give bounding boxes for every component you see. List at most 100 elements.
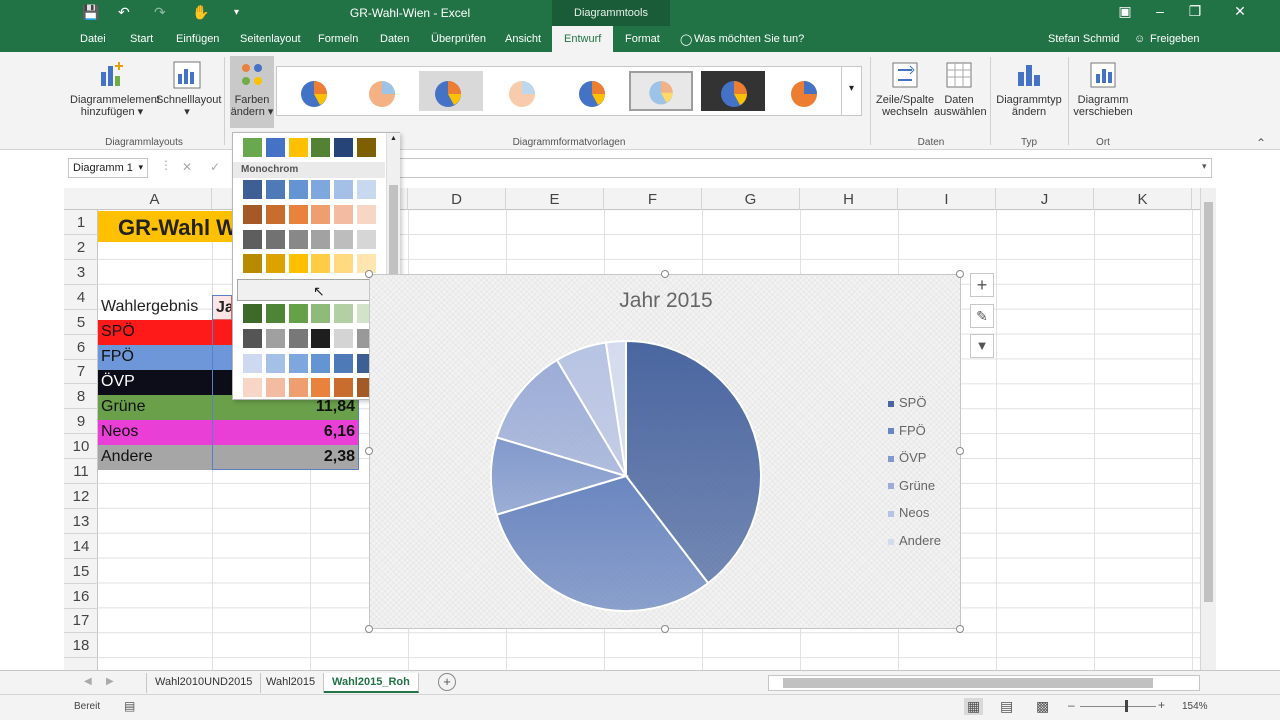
scroll-up-icon[interactable]: ▲: [390, 135, 397, 142]
zoom-slider[interactable]: [1080, 706, 1156, 707]
tab-entwurf[interactable]: Entwurf: [552, 26, 614, 52]
add-chart-element-button[interactable]: Diagrammelement hinzufügen ▾: [70, 60, 160, 118]
color-swatch[interactable]: [265, 328, 285, 348]
row-header-3[interactable]: 3: [64, 260, 98, 285]
legend-entry[interactable]: Grüne: [888, 478, 941, 506]
color-swatch[interactable]: [288, 204, 308, 224]
color-swatch[interactable]: [311, 180, 331, 199]
horizontal-scrollbar[interactable]: [768, 675, 1200, 691]
chart-legend[interactable]: SPÖ FPÖ ÖVP Grüne Neos Andere: [888, 395, 941, 561]
select-data-button[interactable]: Daten auswählen: [934, 60, 987, 118]
color-swatch[interactable]: [243, 353, 262, 373]
close-button[interactable]: ✕: [1225, 3, 1255, 20]
color-swatch[interactable]: [243, 229, 262, 249]
row-header-18[interactable]: 18: [64, 633, 98, 659]
color-swatch[interactable]: [357, 138, 376, 157]
color-swatch[interactable]: [311, 138, 331, 157]
tab-seitenlayout[interactable]: Seitenlayout: [240, 33, 301, 45]
color-swatch[interactable]: [265, 254, 285, 274]
chart-elements-plus-icon[interactable]: +: [970, 273, 994, 297]
row-header-14[interactable]: 14: [64, 534, 98, 559]
color-swatch[interactable]: [334, 229, 354, 249]
tell-me-input[interactable]: Was möchten Sie tun?: [694, 33, 804, 45]
color-swatch[interactable]: [265, 180, 285, 199]
color-swatch[interactable]: [357, 229, 376, 249]
color-swatch[interactable]: [288, 254, 308, 274]
party-name-cell[interactable]: FPÖ: [98, 344, 212, 370]
row-header-7[interactable]: 7: [64, 359, 98, 385]
party-name-cell[interactable]: SPÖ: [98, 320, 212, 345]
expand-formula-bar-icon[interactable]: ▾: [1202, 161, 1207, 172]
row-header-6[interactable]: 6: [64, 335, 98, 360]
color-swatch[interactable]: [357, 204, 376, 224]
color-swatch[interactable]: [243, 204, 262, 224]
color-swatch[interactable]: [311, 328, 331, 348]
legend-entry[interactable]: Andere: [888, 533, 941, 561]
page-layout-view-icon[interactable]: ▤: [1000, 698, 1013, 715]
restore-button[interactable]: ❐: [1180, 3, 1210, 20]
pie-plot-area[interactable]: [370, 275, 962, 630]
chart-style-3[interactable]: [419, 71, 483, 111]
tab-ueberpruefen[interactable]: Überprüfen: [431, 33, 486, 45]
color-swatch[interactable]: [334, 378, 354, 398]
column-header-e[interactable]: E: [506, 188, 604, 210]
color-swatch[interactable]: [243, 254, 262, 274]
legend-entry[interactable]: Neos: [888, 505, 941, 533]
sheet-tab-wahl2015-roh[interactable]: Wahl2015_Roh: [324, 673, 419, 693]
vertical-scrollbar[interactable]: [1200, 188, 1216, 670]
enter-icon[interactable]: ✓: [210, 160, 220, 174]
chart-style-2[interactable]: [349, 71, 413, 111]
change-chart-type-button[interactable]: Diagrammtyp ändern: [996, 60, 1062, 118]
column-header-d[interactable]: D: [408, 188, 506, 210]
pie-chart[interactable]: Jahr 2015 SPÖ FPÖ ÖVP Grüne Neos Andere: [369, 274, 961, 629]
legend-entry[interactable]: FPÖ: [888, 423, 941, 451]
color-swatch[interactable]: [243, 328, 262, 348]
column-header-a[interactable]: A: [98, 188, 212, 210]
party-value-cell[interactable]: 6,16: [212, 419, 358, 445]
chart-styles-brush-icon[interactable]: ✎: [970, 304, 994, 328]
move-chart-button[interactable]: Diagramm verschieben: [1072, 60, 1134, 118]
sheet-tab-wahl2015[interactable]: Wahl2015: [258, 673, 325, 693]
color-swatch[interactable]: [288, 353, 308, 373]
row-header-15[interactable]: 15: [64, 559, 98, 584]
column-header-g[interactable]: G: [702, 188, 800, 210]
resize-handle[interactable]: [365, 625, 373, 633]
color-swatch[interactable]: [334, 204, 354, 224]
switch-row-column-button[interactable]: Zeile/Spalte wechseln: [876, 60, 934, 118]
color-swatch[interactable]: [288, 229, 308, 249]
column-header-k[interactable]: K: [1094, 188, 1192, 210]
color-swatch[interactable]: [334, 138, 354, 157]
color-swatch[interactable]: [334, 328, 354, 348]
cancel-icon[interactable]: ✕: [182, 160, 192, 174]
column-header-f[interactable]: F: [604, 188, 702, 210]
row-header-12[interactable]: 12: [64, 484, 98, 509]
resize-handle[interactable]: [956, 270, 964, 278]
resize-handle[interactable]: [661, 270, 669, 278]
horizontal-scrollbar-thumb[interactable]: [783, 678, 1153, 688]
name-box[interactable]: Diagramm 1 ▾: [68, 158, 148, 178]
color-swatch[interactable]: [311, 353, 331, 373]
chart-style-4[interactable]: [489, 71, 553, 111]
color-swatch[interactable]: [334, 304, 354, 323]
row-header-2[interactable]: 2: [64, 235, 98, 260]
zoom-level[interactable]: 154%: [1182, 701, 1208, 712]
column-header-j[interactable]: J: [996, 188, 1094, 210]
color-swatch[interactable]: [243, 138, 262, 157]
color-swatch[interactable]: [288, 138, 308, 157]
resize-handle[interactable]: [365, 447, 373, 455]
row-header-13[interactable]: 13: [64, 509, 98, 534]
party-name-cell[interactable]: Grüne: [98, 394, 212, 420]
color-swatch[interactable]: [265, 138, 285, 157]
row-header-1[interactable]: 1: [64, 210, 98, 235]
collapse-ribbon-icon[interactable]: ⌃: [1256, 136, 1266, 150]
row-header-16[interactable]: 16: [64, 584, 98, 609]
party-name-cell[interactable]: Neos: [98, 419, 212, 445]
resize-handle[interactable]: [956, 625, 964, 633]
page-break-view-icon[interactable]: ▩: [1036, 698, 1049, 715]
chart-filter-icon[interactable]: ▼: [970, 334, 994, 358]
minimize-button[interactable]: –: [1145, 3, 1175, 19]
legend-entry[interactable]: ÖVP: [888, 450, 941, 478]
normal-view-icon[interactable]: ▦: [964, 698, 984, 715]
tab-datei[interactable]: Datei: [80, 33, 106, 45]
zoom-in-icon[interactable]: +: [1158, 698, 1165, 712]
